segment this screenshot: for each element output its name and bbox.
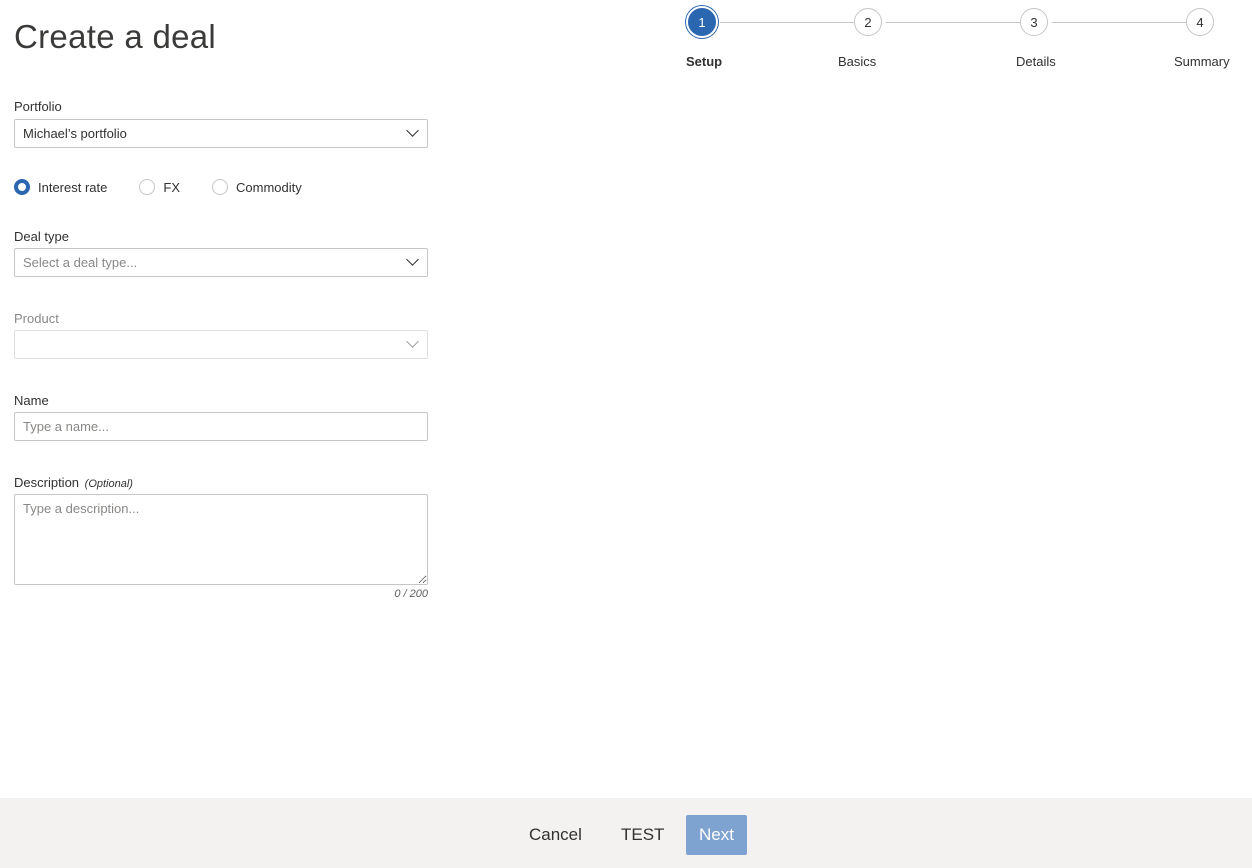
step-summary[interactable]: 4 Summary [1174, 6, 1230, 69]
description-label-text: Description [14, 475, 80, 490]
step-number: 1 [686, 6, 718, 38]
name-label: Name [14, 393, 49, 408]
stepper: 1 Setup 2 Basics 3 Details 4 Summary [686, 6, 1230, 70]
optional-tag: (Optional) [84, 478, 133, 490]
step-basics[interactable]: 2 Basics [838, 6, 886, 69]
radio-unchecked-icon [212, 179, 228, 195]
asset-class-radio-group: Interest rate FX Commodity [14, 179, 334, 195]
step-number: 3 [1020, 8, 1048, 36]
radio-unchecked-icon [139, 179, 156, 195]
deal-type-dropdown[interactable]: Select a deal type... [14, 248, 428, 277]
portfolio-label: Portfolio [14, 99, 62, 114]
description-label: Description (Optional) [14, 475, 133, 490]
radio-label: Interest rate [38, 179, 108, 195]
step-connector [1052, 22, 1186, 23]
deal-type-placeholder: Select a deal type... [23, 255, 138, 270]
radio-checked-icon [14, 179, 30, 195]
step-label: Details [1016, 54, 1056, 69]
character-counter: 0 / 200 [394, 588, 428, 600]
chevron-down-icon [406, 253, 419, 266]
description-textarea[interactable] [14, 494, 428, 585]
step-label: Summary [1174, 54, 1230, 69]
chevron-down-icon [406, 335, 419, 348]
step-number: 4 [1186, 8, 1214, 36]
product-label: Product [14, 311, 59, 326]
portfolio-dropdown[interactable]: Michael’s portfolio [14, 119, 428, 148]
step-connector [720, 22, 854, 23]
step-label: Setup [686, 54, 723, 69]
step-setup[interactable]: 1 Setup [686, 6, 722, 69]
chevron-down-icon [406, 124, 419, 137]
page-title: Create a deal [14, 18, 217, 55]
radio-label: Commodity [236, 179, 302, 195]
radio-interest-rate[interactable]: Interest rate [14, 179, 107, 195]
radio-commodity[interactable]: Commodity [212, 179, 302, 195]
step-number: 2 [854, 8, 882, 36]
product-dropdown[interactable] [14, 330, 428, 359]
name-input[interactable] [14, 412, 428, 441]
step-connector [886, 22, 1020, 23]
step-details[interactable]: 3 Details [1016, 6, 1056, 69]
next-button[interactable]: Next [686, 815, 747, 855]
radio-label: FX [163, 179, 180, 195]
step-label: Basics [838, 54, 877, 69]
deal-type-label: Deal type [14, 229, 69, 244]
portfolio-value: Michael’s portfolio [23, 126, 127, 141]
footer-bar: Cancel TEST Next [0, 798, 1252, 868]
test-button[interactable]: TEST [621, 815, 664, 855]
cancel-button[interactable]: Cancel [529, 815, 582, 855]
radio-fx[interactable]: FX [139, 179, 180, 195]
